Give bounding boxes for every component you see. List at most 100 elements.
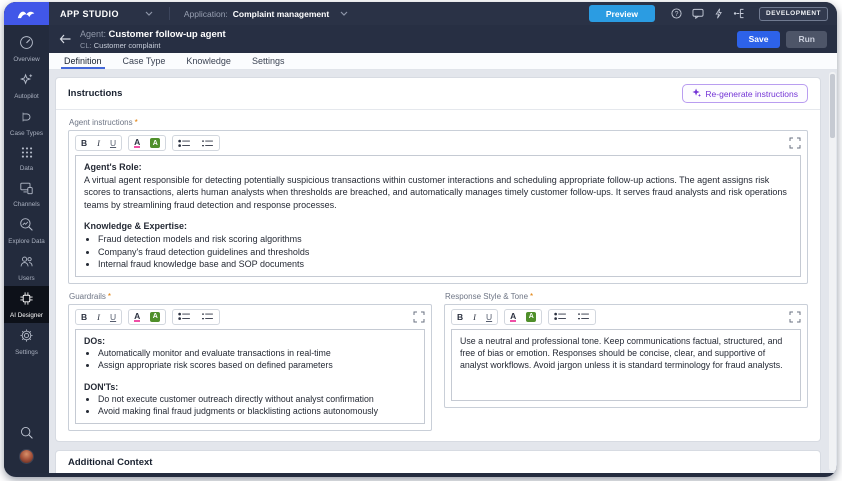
- sidebar-item-autopilot[interactable]: Autopilot: [4, 67, 49, 104]
- fullscreen-expand-icon[interactable]: [789, 137, 801, 149]
- application-selector[interactable]: Application: Complaint management: [169, 7, 348, 20]
- tab-knowledge[interactable]: Knowledge: [186, 56, 231, 69]
- underline-button[interactable]: U: [481, 310, 497, 324]
- agent-title-block: Agent: Customer follow-up agent CL: Cust…: [80, 29, 226, 50]
- regenerate-instructions-button[interactable]: Re-generate instructions: [682, 84, 808, 103]
- back-arrow-icon[interactable]: [59, 34, 71, 44]
- pega-logo[interactable]: [4, 2, 49, 25]
- additional-context-title: Additional Context: [68, 457, 152, 468]
- highlight-color-button[interactable]: A: [145, 136, 165, 150]
- vertical-scrollbar[interactable]: [829, 72, 836, 471]
- search-chart-icon: [19, 217, 34, 237]
- case-type-icon: [19, 110, 34, 129]
- bold-button[interactable]: B: [452, 310, 468, 324]
- response-style-editor: B I U A A: [444, 304, 808, 408]
- sidebar-item-explore-data[interactable]: Explore Data: [4, 212, 49, 249]
- chevron-down-icon: [340, 11, 348, 16]
- environment-badge: DEVELOPMENT: [759, 7, 828, 21]
- agent-instructions-toolbar: B I U A A: [75, 135, 801, 151]
- grid-dots-icon: [20, 146, 34, 164]
- sidebar-item-ai-designer[interactable]: AI Designer: [4, 286, 49, 323]
- user-avatar[interactable]: [19, 449, 34, 464]
- app-studio-label: APP STUDIO: [60, 9, 119, 19]
- tab-settings[interactable]: Settings: [252, 56, 285, 69]
- numbered-list-button[interactable]: [196, 310, 219, 324]
- required-asterisk: *: [108, 292, 111, 301]
- pega-logo-icon: [16, 7, 38, 20]
- gear-icon: [19, 328, 34, 348]
- app-studio-menu[interactable]: APP STUDIO: [60, 9, 153, 19]
- agent-tabs: Definition Case Type Knowledge Settings: [49, 53, 837, 70]
- agent-name: Customer follow-up agent: [109, 29, 226, 40]
- application-label: Application:: [184, 9, 228, 19]
- fullscreen-expand-icon[interactable]: [413, 311, 425, 323]
- underline-button[interactable]: U: [105, 136, 121, 150]
- sidebar-item-overview[interactable]: Overview: [4, 30, 49, 67]
- sidebar-spacer: [4, 361, 49, 419]
- highlight-color-button[interactable]: A: [145, 310, 165, 324]
- text-color-button[interactable]: A: [129, 310, 145, 324]
- tab-definition[interactable]: Definition: [64, 56, 102, 69]
- devices-icon: [19, 181, 34, 200]
- response-style-toolbar: B I U A A: [451, 309, 801, 325]
- agent-header-bar: Agent: Customer follow-up agent CL: Cust…: [49, 25, 837, 53]
- chevron-down-icon: [145, 11, 153, 16]
- highlight-color-button[interactable]: A: [521, 310, 541, 324]
- help-icon[interactable]: ?: [671, 8, 682, 19]
- guardrails-text[interactable]: DOs: Automatically monitor and evaluate …: [75, 329, 425, 424]
- numbered-list-button[interactable]: [196, 136, 219, 150]
- people-icon: [19, 255, 34, 274]
- agent-instructions-label: Agent instructions*: [69, 118, 808, 127]
- fullscreen-expand-icon[interactable]: [789, 311, 801, 323]
- italic-button[interactable]: I: [92, 310, 105, 324]
- text-color-button[interactable]: A: [505, 310, 521, 324]
- scrollbar-thumb[interactable]: [830, 74, 835, 138]
- class-label: CL:: [80, 41, 92, 50]
- sparkle-icon: [692, 88, 701, 99]
- top-app-bar: APP STUDIO Application: Complaint manage…: [4, 2, 837, 25]
- app-window: APP STUDIO Application: Complaint manage…: [4, 2, 837, 477]
- definition-tab-content: Instructions Re-generate instructions Ag…: [49, 70, 837, 473]
- instructions-title: Instructions: [68, 88, 122, 99]
- dos-list: Automatically monitor and evaluate trans…: [84, 347, 416, 372]
- bullet-list-button[interactable]: [549, 310, 572, 324]
- tab-case-type[interactable]: Case Type: [123, 56, 166, 69]
- node-tree-icon[interactable]: [733, 8, 745, 19]
- sidebar-item-channels[interactable]: Channels: [4, 176, 49, 212]
- topbar-actions: Preview ? DEVELOPMENT: [589, 5, 837, 22]
- italic-button[interactable]: I: [92, 136, 105, 150]
- agent-instructions-editor: B I U A A: [68, 130, 808, 284]
- italic-button[interactable]: I: [468, 310, 481, 324]
- response-style-text[interactable]: Use a neutral and professional tone. Kee…: [451, 329, 801, 401]
- class-value: Customer complaint: [94, 41, 161, 50]
- guardrails-editor: B I U A A: [68, 304, 432, 431]
- additional-context-card: Additional Context Name Data Page Add: [55, 450, 821, 473]
- instructions-card: Instructions Re-generate instructions Ag…: [55, 77, 821, 442]
- gauge-icon: [19, 35, 34, 55]
- response-style-label: Response Style & Tone*: [445, 292, 808, 301]
- sparkle-icon: [19, 72, 34, 92]
- sidebar-item-users[interactable]: Users: [4, 250, 49, 286]
- required-asterisk: *: [530, 292, 533, 301]
- text-color-button[interactable]: A: [129, 136, 145, 150]
- save-button[interactable]: Save: [737, 31, 781, 48]
- bold-button[interactable]: B: [76, 310, 92, 324]
- bold-button[interactable]: B: [76, 136, 92, 150]
- underline-button[interactable]: U: [105, 310, 121, 324]
- sidebar-item-data[interactable]: Data: [4, 141, 49, 176]
- svg-text:?: ?: [675, 11, 679, 18]
- feedback-chat-icon[interactable]: [692, 8, 704, 19]
- guardrails-label: Guardrails*: [69, 292, 432, 301]
- search-icon[interactable]: [4, 419, 49, 447]
- agent-label: Agent:: [80, 29, 106, 39]
- preview-button[interactable]: Preview: [589, 5, 655, 22]
- run-button[interactable]: Run: [786, 31, 827, 48]
- bullet-list-button[interactable]: [173, 310, 196, 324]
- agent-instructions-text[interactable]: Agent's Role: A virtual agent responsibl…: [75, 155, 801, 277]
- quick-actions-lightning-icon[interactable]: [714, 8, 723, 19]
- bullet-list-button[interactable]: [173, 136, 196, 150]
- donts-list: Do not execute customer outreach directl…: [84, 393, 416, 418]
- sidebar-item-settings[interactable]: Settings: [4, 323, 49, 360]
- sidebar-item-case-types[interactable]: Case Types: [4, 105, 49, 141]
- numbered-list-button[interactable]: [572, 310, 595, 324]
